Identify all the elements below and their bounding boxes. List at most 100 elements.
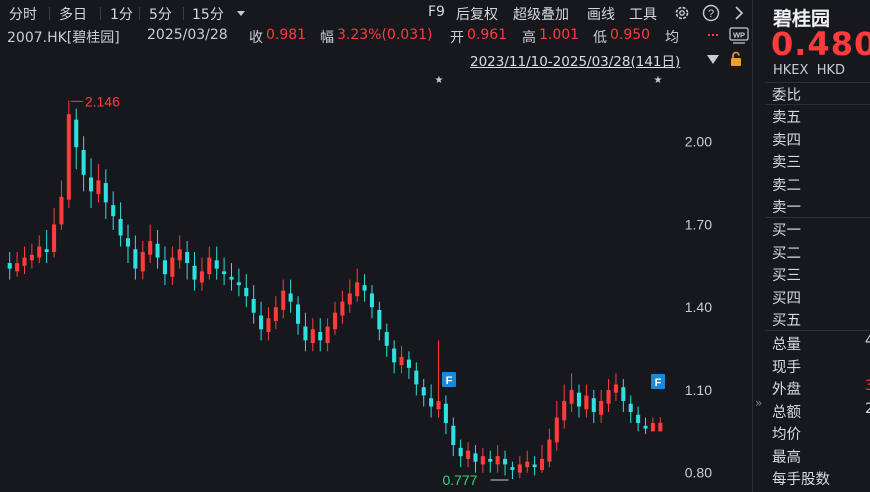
candle-body[interactable] bbox=[562, 400, 567, 421]
candle-body[interactable] bbox=[59, 196, 64, 225]
candle-body[interactable] bbox=[340, 301, 345, 316]
tab-5min[interactable]: 5分 bbox=[149, 4, 172, 24]
candle-body[interactable] bbox=[495, 456, 500, 465]
candle-body[interactable] bbox=[96, 180, 101, 195]
candle-body[interactable] bbox=[199, 271, 204, 283]
gear-icon[interactable] bbox=[673, 4, 691, 22]
candle-body[interactable] bbox=[613, 384, 618, 393]
candle-body[interactable] bbox=[399, 356, 404, 366]
lock-icon[interactable] bbox=[729, 51, 743, 67]
candle-body[interactable] bbox=[177, 249, 182, 261]
candle-body[interactable] bbox=[259, 315, 264, 330]
candle-body[interactable] bbox=[266, 318, 271, 333]
candle-body[interactable] bbox=[37, 246, 42, 258]
candle-body[interactable] bbox=[44, 249, 49, 253]
candle-body[interactable] bbox=[148, 241, 153, 255]
candle-body[interactable] bbox=[658, 422, 663, 432]
candle-body[interactable] bbox=[525, 461, 530, 468]
candle-body[interactable] bbox=[488, 458, 493, 462]
help-icon[interactable]: ? bbox=[702, 4, 720, 22]
candle-body[interactable] bbox=[192, 265, 197, 280]
overlay-button[interactable]: 超级叠加 bbox=[513, 4, 569, 24]
candle-body[interactable] bbox=[162, 260, 167, 275]
candle-body[interactable] bbox=[236, 282, 241, 286]
candle-body[interactable] bbox=[303, 326, 308, 341]
tab-1min[interactable]: 1分 bbox=[110, 4, 133, 24]
tools-button[interactable]: 工具 bbox=[629, 4, 657, 24]
candle-body[interactable] bbox=[29, 254, 34, 261]
candle-body[interactable] bbox=[429, 398, 434, 407]
candle-body[interactable] bbox=[310, 329, 315, 344]
candle-body[interactable] bbox=[510, 467, 515, 470]
caret-down-icon[interactable] bbox=[236, 8, 246, 18]
candle-body[interactable] bbox=[621, 387, 626, 401]
chevron-right-icon[interactable] bbox=[730, 4, 748, 22]
candle-body[interactable] bbox=[451, 425, 456, 446]
adjusted-price-button[interactable]: 后复权 bbox=[456, 4, 498, 24]
candle-body[interactable] bbox=[281, 290, 286, 310]
candle-body[interactable] bbox=[406, 359, 411, 368]
candle-body[interactable] bbox=[332, 312, 338, 330]
tab-multi-day[interactable]: 多日 bbox=[59, 4, 87, 24]
candle-body[interactable] bbox=[81, 149, 86, 175]
candle-body[interactable] bbox=[52, 224, 57, 253]
candle-body[interactable] bbox=[377, 309, 382, 330]
candle-body[interactable] bbox=[362, 285, 367, 291]
candle-body[interactable] bbox=[650, 423, 655, 432]
candle-body[interactable] bbox=[539, 458, 545, 470]
candle-body[interactable] bbox=[170, 257, 175, 277]
candle-body[interactable] bbox=[547, 439, 552, 462]
candle-body[interactable] bbox=[288, 293, 293, 302]
candle-body[interactable] bbox=[369, 293, 374, 308]
date-range-selector[interactable]: 2023/11/10-2025/03/28(141日) bbox=[470, 50, 680, 70]
candle-body[interactable] bbox=[480, 456, 485, 465]
drawing-button[interactable]: 画线 bbox=[587, 4, 615, 24]
candle-body[interactable] bbox=[22, 257, 27, 266]
candle-body[interactable] bbox=[118, 218, 123, 236]
candle-body[interactable] bbox=[599, 400, 604, 415]
candle-body[interactable] bbox=[436, 400, 441, 410]
candle-body[interactable] bbox=[88, 177, 94, 192]
candle-body[interactable] bbox=[214, 260, 219, 269]
candle-body[interactable] bbox=[443, 403, 448, 424]
candle-body[interactable] bbox=[628, 403, 633, 413]
candle-body[interactable] bbox=[140, 252, 145, 272]
candle-body[interactable] bbox=[7, 263, 12, 269]
candle-body[interactable] bbox=[584, 395, 589, 410]
candle-body[interactable] bbox=[576, 392, 582, 407]
candle-body[interactable] bbox=[414, 370, 419, 385]
candle-body[interactable] bbox=[392, 348, 397, 363]
f9-button[interactable]: F9 bbox=[428, 4, 445, 20]
candle-body[interactable] bbox=[111, 205, 116, 217]
candle-body[interactable] bbox=[421, 387, 426, 396]
candle-body[interactable] bbox=[155, 243, 160, 258]
tab-intraday[interactable]: 分时 bbox=[9, 4, 37, 24]
candle-body[interactable] bbox=[229, 276, 234, 280]
candle-body[interactable] bbox=[103, 183, 108, 203]
candle-body[interactable] bbox=[355, 282, 360, 297]
candle-body[interactable] bbox=[244, 287, 249, 297]
candle-body[interactable] bbox=[74, 119, 79, 148]
candle-body[interactable] bbox=[125, 238, 131, 247]
candle-body[interactable] bbox=[532, 464, 537, 468]
tab-15min[interactable]: 15分 bbox=[192, 4, 224, 24]
candle-body[interactable] bbox=[207, 257, 212, 275]
candle-body[interactable] bbox=[15, 263, 20, 272]
candle-body[interactable] bbox=[606, 389, 611, 404]
candle-body[interactable] bbox=[473, 453, 478, 462]
candle-body[interactable] bbox=[273, 307, 278, 321]
candle-body[interactable] bbox=[503, 458, 508, 465]
candle-body[interactable] bbox=[66, 114, 71, 200]
candle-body[interactable] bbox=[318, 332, 323, 341]
triangle-down-icon[interactable] bbox=[707, 55, 719, 65]
candle-body[interactable] bbox=[643, 425, 648, 429]
candle-body[interactable] bbox=[347, 293, 352, 305]
candle-body[interactable] bbox=[222, 271, 227, 275]
candle-body[interactable] bbox=[133, 249, 138, 269]
candle-body[interactable] bbox=[251, 298, 256, 313]
wp-icon[interactable]: WP bbox=[729, 27, 749, 45]
candle-body[interactable] bbox=[591, 398, 596, 413]
candle-body[interactable] bbox=[517, 464, 522, 473]
candle-body[interactable] bbox=[466, 450, 471, 459]
candle-body[interactable] bbox=[569, 389, 574, 404]
